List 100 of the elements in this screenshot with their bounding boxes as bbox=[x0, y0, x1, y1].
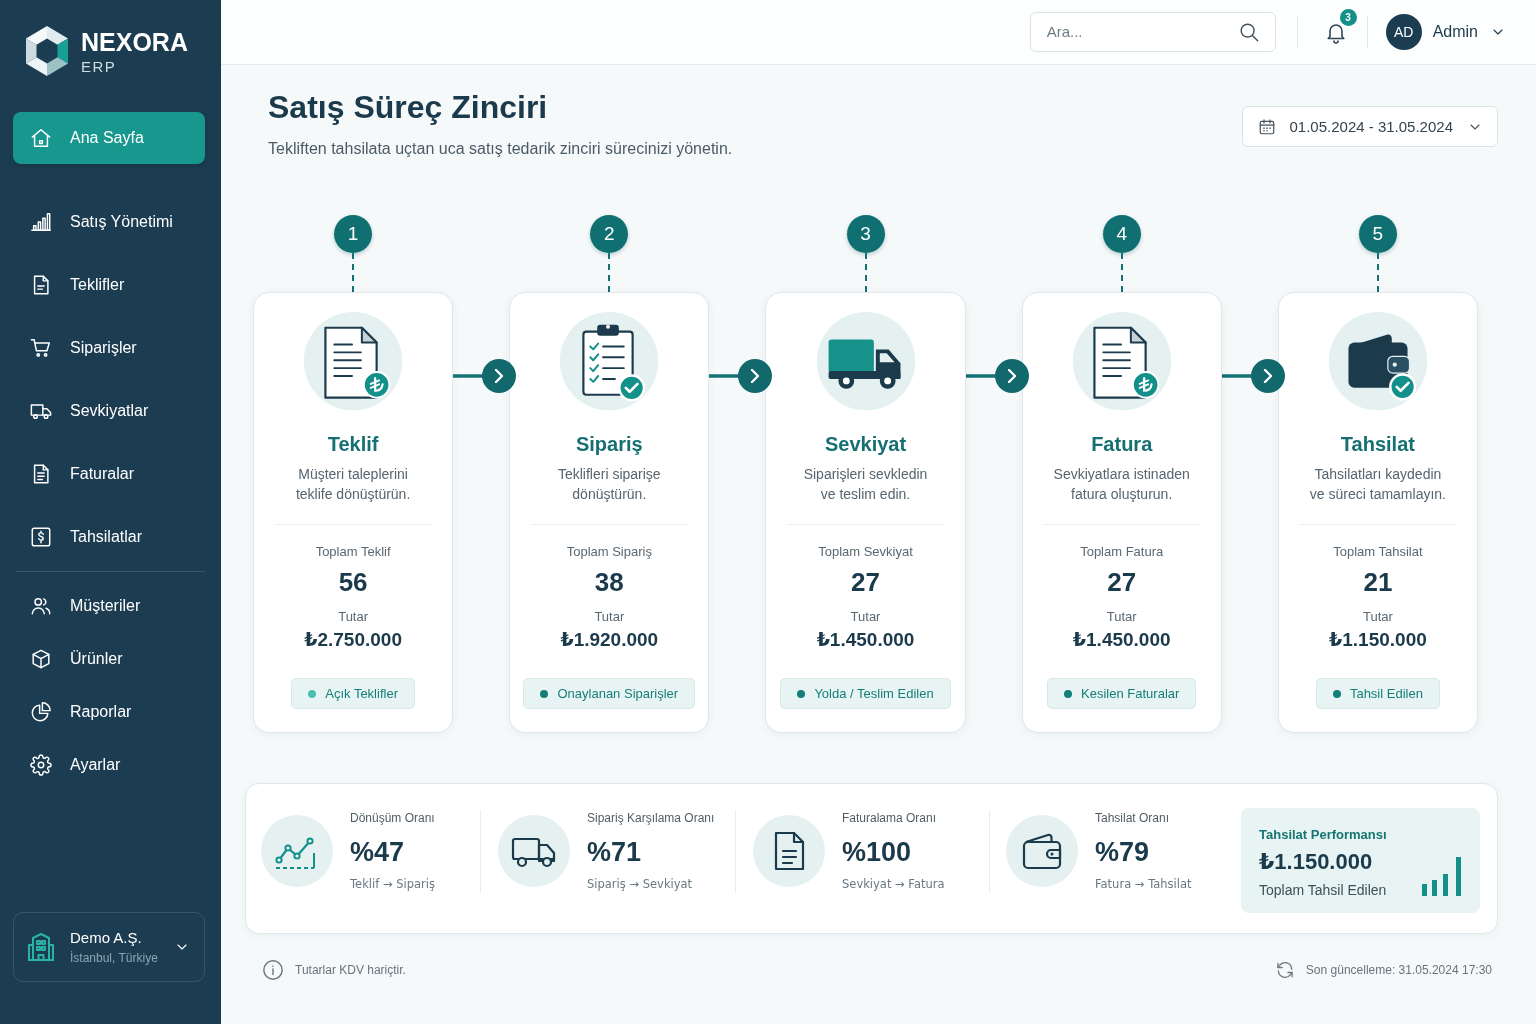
company-name: Demo A.Ş. bbox=[70, 928, 142, 948]
stage-title: Sevkiyat bbox=[824, 432, 907, 458]
clipboard-checklist-icon bbox=[559, 312, 660, 411]
status-text: Yolda / Teslim Edilen bbox=[814, 686, 934, 702]
nav-item[interactable]: Sevkiyatlar bbox=[13, 385, 205, 437]
status-text: Açık Teklifler bbox=[325, 686, 398, 702]
step-number: 1 bbox=[334, 215, 373, 253]
amount-value: ₺2.750.000 bbox=[304, 628, 402, 653]
nav-item[interactable]: Raporlar bbox=[13, 686, 205, 738]
amount-label: Tutar bbox=[1363, 608, 1393, 627]
cube-icon bbox=[30, 648, 52, 670]
last-updated: Son güncelleme: 31.05.2024 17:30 bbox=[1305, 963, 1492, 977]
pie-chart-icon bbox=[30, 701, 52, 723]
status-text: Onaylanan Siparişler bbox=[557, 686, 679, 702]
document-lira-icon bbox=[1071, 312, 1172, 411]
metric-value: %71 bbox=[587, 835, 642, 868]
footer-note: Tutarlar KDV hariçtir. bbox=[295, 963, 406, 977]
step-number: 5 bbox=[1358, 215, 1397, 253]
stage-title: Tahsilat bbox=[1340, 432, 1415, 458]
hexagon-logo-icon bbox=[26, 26, 68, 76]
cart-icon bbox=[30, 337, 52, 359]
performance-title: Tahsilat Performansı bbox=[1259, 827, 1387, 843]
count-value: 38 bbox=[594, 566, 624, 599]
amount-label: Tutar bbox=[850, 608, 881, 627]
metric-value: %79 bbox=[1095, 835, 1150, 868]
wallet-icon bbox=[1006, 814, 1078, 887]
truck-icon bbox=[815, 312, 916, 411]
metric-flow: Sevkiyat → Fatura bbox=[842, 875, 945, 892]
metric-label: Tahsilat Oranı bbox=[1095, 809, 1170, 826]
users-icon bbox=[30, 595, 52, 617]
company-location: İstanbul, Türkiye bbox=[70, 950, 158, 966]
count-value: 56 bbox=[338, 566, 368, 599]
notification-badge: 3 bbox=[1339, 9, 1357, 26]
amount-value: ₺1.450.000 bbox=[816, 628, 915, 653]
nav-item[interactable]: Satış Yönetimi bbox=[13, 196, 205, 248]
document-lira-icon bbox=[303, 312, 404, 411]
stage-description: Siparişleri sevkledin ve teslim edin. bbox=[803, 465, 928, 505]
performance-caption: Toplam Tahsil Edilen bbox=[1259, 881, 1387, 899]
brand-product: ERP bbox=[81, 58, 117, 76]
refresh-icon[interactable] bbox=[1274, 960, 1295, 980]
performance-amount: ₺1.150.000 bbox=[1259, 848, 1373, 876]
nav-item[interactable]: Faturalar bbox=[13, 448, 205, 500]
search-icon bbox=[1237, 20, 1260, 43]
stage-title: Teklif bbox=[327, 432, 379, 458]
count-label: Toplam Fatura bbox=[1080, 543, 1164, 562]
step-number: 3 bbox=[846, 215, 885, 253]
search-field[interactable]: Ara... bbox=[1029, 11, 1276, 52]
metric-flow: Fatura → Tahsilat bbox=[1095, 875, 1192, 892]
wallet-icon bbox=[1327, 312, 1428, 411]
nav-item[interactable]: Ayarlar bbox=[13, 739, 205, 791]
page-subtitle: Tekliften tahsilata uçtan uca satış tedarik zinciri sürecinizi yönetin. bbox=[268, 139, 733, 159]
date-range-picker[interactable]: 01.05.2024 - 31.05.2024 bbox=[1241, 106, 1498, 147]
stage-description: Tahsilatları kaydedin ve süreci tamamlayın. bbox=[1309, 465, 1446, 505]
count-value: 21 bbox=[1363, 566, 1393, 599]
company-switcher[interactable]: Demo A.Ş. İstanbul, Türkiye bbox=[13, 912, 205, 982]
home-icon bbox=[30, 127, 52, 149]
step-number: 4 bbox=[1102, 215, 1141, 253]
amount-value: ₺1.150.000 bbox=[1329, 628, 1427, 653]
count-value: 27 bbox=[851, 566, 880, 599]
status-text: Tahsil Edilen bbox=[1349, 686, 1423, 702]
amount-value: ₺1.450.000 bbox=[1072, 628, 1171, 653]
step-number: 2 bbox=[590, 215, 629, 253]
calendar-icon bbox=[1257, 117, 1276, 136]
count-label: Toplam Sevkiyat bbox=[818, 543, 913, 562]
brand-name: NEXORA bbox=[81, 28, 188, 56]
info-icon bbox=[262, 959, 284, 981]
settings-icon bbox=[30, 754, 52, 776]
nav-item[interactable]: Müşteriler bbox=[13, 580, 205, 632]
amount-label: Tutar bbox=[594, 608, 625, 627]
metric-label: Faturalama Oranı bbox=[842, 809, 937, 826]
metric-label: Sipariş Karşılama Oranı bbox=[587, 809, 715, 826]
line-chart-icon bbox=[261, 814, 333, 887]
stage-title: Fatura bbox=[1091, 432, 1153, 458]
metric-flow: Teklif → Sipariş bbox=[350, 875, 435, 892]
amount-label: Tutar bbox=[1106, 608, 1137, 627]
cash-icon bbox=[30, 526, 52, 548]
metric-value: %47 bbox=[350, 835, 405, 868]
nav-item[interactable]: Teklifler bbox=[13, 259, 205, 311]
bar-chart-icon bbox=[30, 211, 52, 233]
building-icon bbox=[26, 932, 56, 962]
stage-title: Sipariş bbox=[575, 432, 643, 458]
amount-label: Tutar bbox=[338, 608, 369, 627]
bar-chart-icon bbox=[1422, 857, 1462, 896]
nav-item[interactable]: Siparişler bbox=[13, 322, 205, 374]
count-label: Toplam Tahsilat bbox=[1333, 543, 1423, 562]
metric-label: Dönüşüm Oranı bbox=[350, 809, 435, 826]
metric-flow: Sipariş → Sevkiyat bbox=[587, 875, 693, 892]
count-label: Toplam Sipariş bbox=[566, 543, 652, 562]
user-name[interactable]: Admin bbox=[1432, 23, 1478, 41]
stage-description: Teklifleri siparişe dönüştürün. bbox=[557, 465, 661, 505]
status-text: Kesilen Faturalar bbox=[1081, 686, 1180, 702]
stage-description: Müşteri taleplerini teklife dönüştürün. bbox=[295, 465, 411, 505]
page-title: Satış Süreç Zinciri bbox=[268, 88, 548, 127]
count-value: 27 bbox=[1107, 566, 1137, 599]
nav-item[interactable]: Tahsilatlar bbox=[13, 511, 205, 563]
nav-item[interactable]: Ürünler bbox=[13, 633, 205, 685]
user-avatar[interactable]: AD bbox=[1385, 14, 1422, 50]
truck-icon bbox=[498, 814, 570, 887]
nav-item[interactable]: Ana Sayfa bbox=[13, 112, 205, 164]
metric-value: %100 bbox=[842, 835, 912, 868]
